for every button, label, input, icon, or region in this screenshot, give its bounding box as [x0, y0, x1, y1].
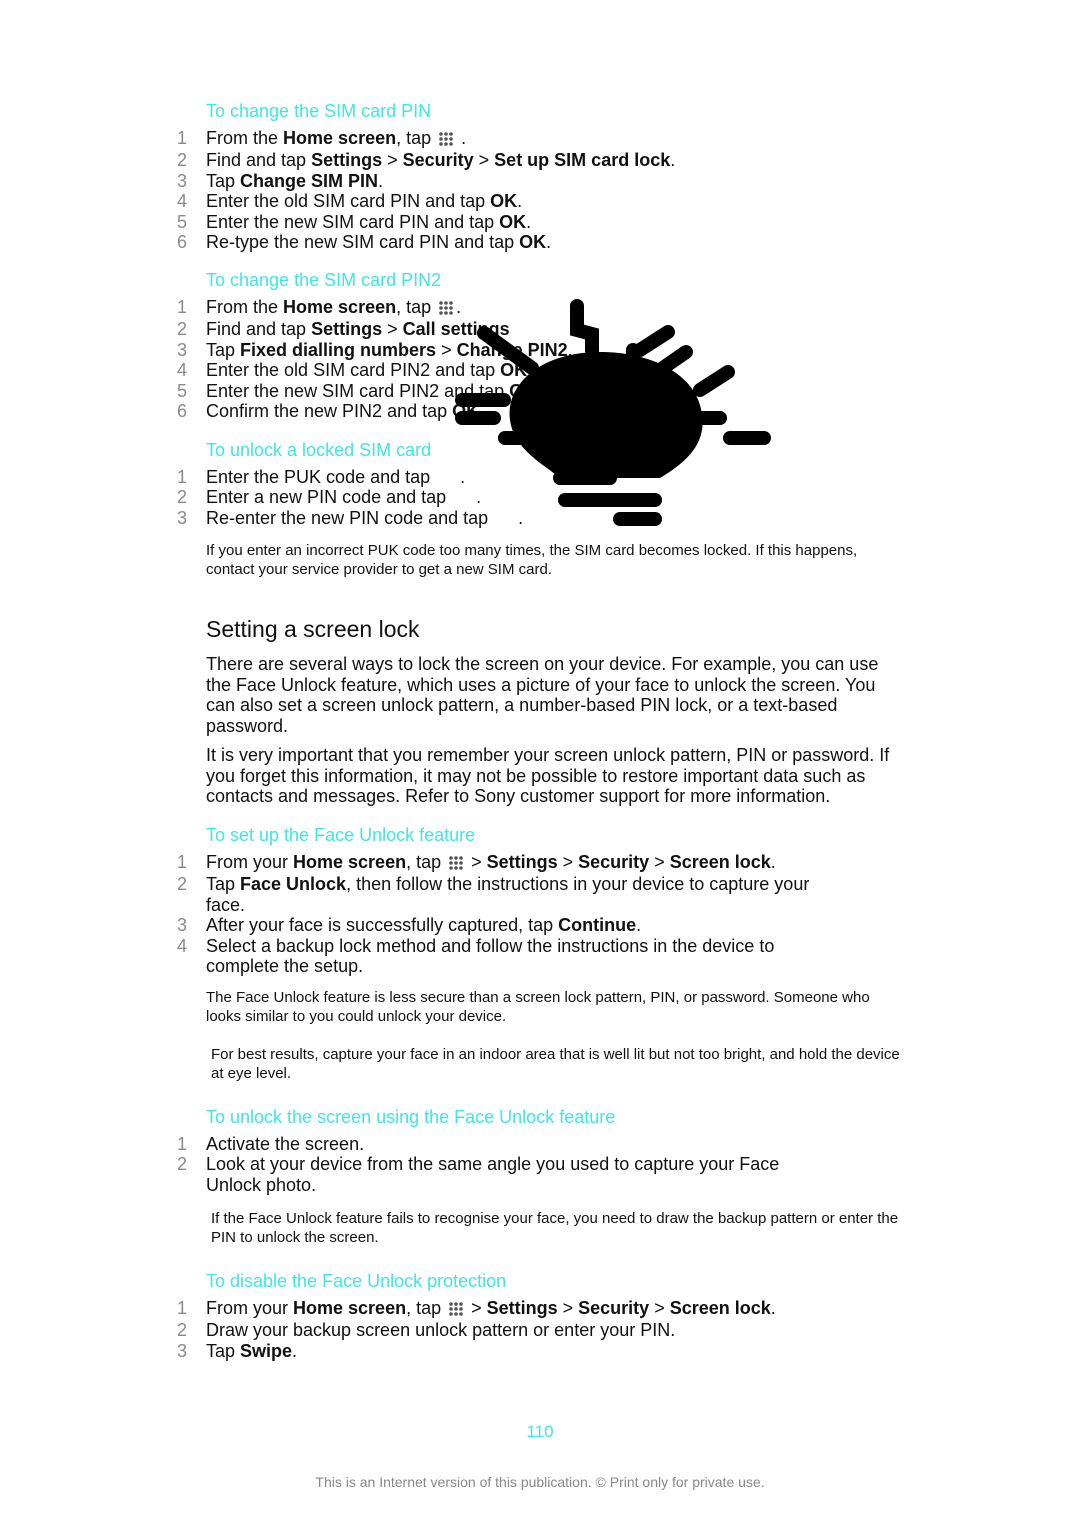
lightbulb-tip-icon	[455, 299, 771, 526]
